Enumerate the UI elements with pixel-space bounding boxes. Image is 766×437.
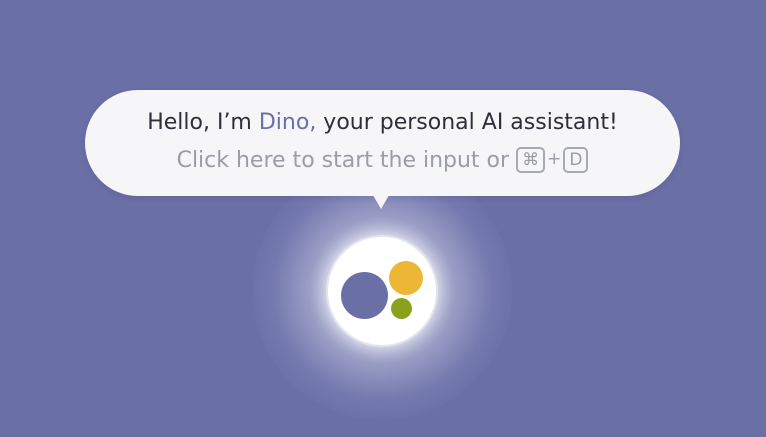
d-key-badge: D: [563, 147, 589, 173]
greeting-text: Hello, I’m Dino, your personal AI assist…: [85, 110, 680, 135]
logo-dot-green: [391, 298, 412, 319]
command-key-icon: ⌘: [516, 147, 546, 173]
dino-logo-icon[interactable]: [328, 237, 436, 345]
assistant-name: Dino,: [258, 110, 317, 135]
input-hint[interactable]: Click here to start the input or ⌘ + D: [85, 147, 680, 173]
greeting-suffix: your personal AI assistant!: [316, 110, 618, 135]
shortcut-plus: +: [547, 149, 562, 169]
logo-dot-yellow: [389, 261, 423, 295]
greeting-prefix: Hello, I’m: [147, 110, 259, 135]
bubble-tail: [370, 190, 392, 209]
speech-bubble[interactable]: Hello, I’m Dino, your personal AI assist…: [85, 90, 680, 196]
hint-text: Click here to start the input or: [176, 148, 517, 173]
assistant-screen: Hello, I’m Dino, your personal AI assist…: [0, 0, 766, 437]
logo-dot-purple: [341, 272, 388, 319]
